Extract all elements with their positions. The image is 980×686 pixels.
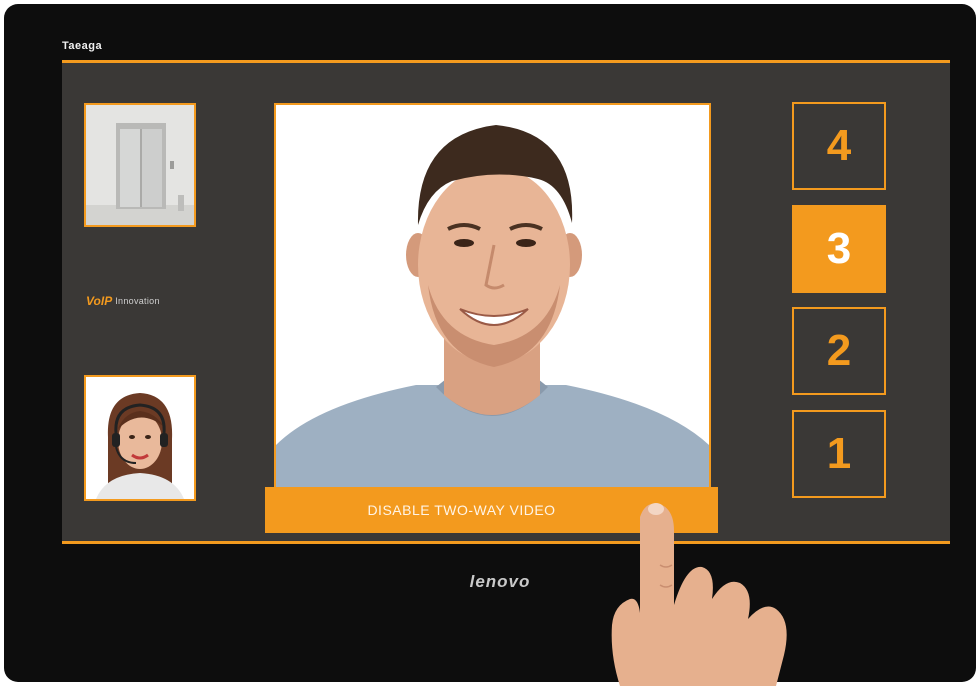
operator-image (86, 377, 194, 499)
elevator-image (86, 105, 194, 225)
floor-1-button[interactable]: 1 (792, 410, 886, 498)
top-divider (62, 60, 950, 63)
logo-text: Innovation (115, 296, 160, 306)
logo-mark: VoIP (86, 294, 113, 308)
app-label: Taeaga (62, 40, 103, 52)
floor-3-button[interactable]: 3 (792, 205, 886, 293)
floor-4-button[interactable]: 4 (792, 102, 886, 190)
company-logo: VoIP Innovation (86, 292, 196, 310)
caller-image (276, 105, 709, 521)
elevator-camera-thumbnail[interactable] (84, 103, 196, 227)
operator-video-thumbnail[interactable] (84, 375, 196, 501)
floor-2-button[interactable]: 2 (792, 307, 886, 395)
main-video-feed (274, 103, 711, 523)
device-brand-logo: lenovo (469, 572, 531, 591)
pointing-hand-image (611, 503, 787, 686)
bottom-divider (62, 541, 950, 544)
